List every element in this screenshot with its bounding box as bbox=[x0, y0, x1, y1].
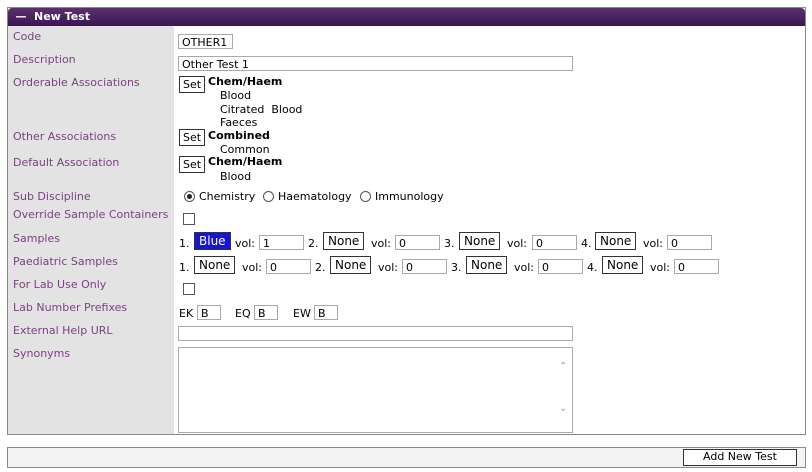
paediatric-sample-number: 1. bbox=[179, 261, 190, 274]
default-item: Blood bbox=[220, 170, 252, 183]
vol-label: vol: bbox=[378, 261, 399, 274]
orderable-associations-label: Orderable Associations bbox=[13, 76, 140, 89]
sample-number: 2. bbox=[308, 237, 319, 250]
vol-label: vol: bbox=[235, 237, 256, 250]
paediatric-vol-field[interactable]: 0 bbox=[538, 259, 583, 274]
sample-vol-field[interactable]: 1 bbox=[259, 235, 304, 250]
footer-bar: Add New Test bbox=[7, 447, 806, 468]
sample-vol-field[interactable]: 0 bbox=[395, 235, 440, 250]
vol-label: vol: bbox=[650, 261, 671, 274]
paediatric-vol-field[interactable]: 0 bbox=[266, 259, 311, 274]
paediatric-container-color[interactable]: None bbox=[330, 256, 372, 274]
paediatric-sample-number: 2. bbox=[315, 261, 326, 274]
code-field[interactable]: OTHER1 bbox=[178, 34, 233, 49]
paediatric-container-color[interactable]: None bbox=[194, 256, 236, 274]
panel-title: New Test bbox=[34, 10, 90, 23]
orderable-item: Faeces bbox=[220, 116, 258, 129]
description-field[interactable]: Other Test 1 bbox=[178, 56, 573, 71]
vol-label: vol: bbox=[514, 261, 535, 274]
other-set-button[interactable]: Set bbox=[179, 129, 206, 146]
sub-discipline-label: Sub Discipline bbox=[13, 190, 91, 203]
panel-title-bar: — New Test bbox=[8, 8, 805, 26]
prefix-label-ew: EW bbox=[293, 307, 311, 320]
scroll-up-icon[interactable]: ⌃ bbox=[559, 361, 567, 372]
paediatric-container-color[interactable]: None bbox=[466, 256, 508, 274]
vol-label: vol: bbox=[507, 237, 528, 250]
prefix-field-ew[interactable]: B bbox=[314, 305, 338, 320]
for-lab-use-only-checkbox[interactable] bbox=[183, 283, 195, 295]
vol-label: vol: bbox=[371, 237, 392, 250]
sample-vol-field[interactable]: 0 bbox=[667, 235, 712, 250]
default-heading: Chem/Haem bbox=[208, 155, 283, 168]
add-new-test-button[interactable]: Add New Test bbox=[683, 449, 797, 466]
default-set-button[interactable]: Set bbox=[179, 156, 206, 173]
scroll-down-icon[interactable]: ⌄ bbox=[559, 403, 567, 414]
sample-container-color[interactable]: None bbox=[459, 232, 501, 250]
sample-container-color[interactable]: None bbox=[323, 232, 365, 250]
samples-label: Samples bbox=[13, 232, 60, 245]
external-help-url-label: External Help URL bbox=[13, 324, 113, 337]
new-test-panel: — New Test Code Description Orderable As… bbox=[7, 7, 806, 435]
synonyms-scrollbar[interactable]: ⌃ ⌄ bbox=[556, 348, 572, 432]
override-sample-containers-checkbox[interactable] bbox=[183, 213, 195, 225]
description-label: Description bbox=[13, 53, 76, 66]
synonyms-label: Synonyms bbox=[13, 347, 71, 360]
paediatric-sample-number: 4. bbox=[587, 261, 598, 274]
sample-number: 3. bbox=[444, 237, 455, 250]
vol-label: vol: bbox=[242, 261, 263, 274]
sample-container-color[interactable]: Blue bbox=[194, 232, 231, 250]
other-heading: Combined bbox=[208, 129, 270, 142]
chemistry-radio[interactable] bbox=[184, 191, 195, 202]
paediatric-sample-number: 3. bbox=[451, 261, 462, 274]
sample-number: 4. bbox=[581, 237, 592, 250]
other-associations-label: Other Associations bbox=[13, 130, 117, 143]
prefix-field-ek[interactable]: B bbox=[197, 305, 221, 320]
override-sample-containers-label: Override Sample Containers bbox=[13, 208, 169, 221]
lab-number-prefixes-label: Lab Number Prefixes bbox=[13, 301, 128, 314]
prefix-field-eq[interactable]: B bbox=[254, 305, 278, 320]
paediatric-vol-field[interactable]: 0 bbox=[674, 259, 719, 274]
paediatric-samples-label: Paediatric Samples bbox=[13, 255, 118, 268]
immunology-label: Immunology bbox=[375, 190, 444, 203]
orderable-set-button[interactable]: Set bbox=[179, 76, 206, 93]
synonyms-textarea[interactable]: ⌃ ⌄ bbox=[178, 347, 573, 433]
orderable-heading: Chem/Haem bbox=[208, 75, 283, 88]
orderable-item: Blood bbox=[220, 89, 252, 102]
chemistry-label: Chemistry bbox=[199, 190, 256, 203]
haematology-radio[interactable] bbox=[263, 191, 274, 202]
code-label: Code bbox=[13, 30, 42, 43]
immunology-radio[interactable] bbox=[360, 191, 371, 202]
collapse-icon[interactable]: — bbox=[14, 8, 28, 26]
for-lab-use-only-label: For Lab Use Only bbox=[13, 278, 107, 291]
sample-vol-field[interactable]: 0 bbox=[532, 235, 577, 250]
haematology-label: Haematology bbox=[278, 190, 352, 203]
prefix-label-ek: EK bbox=[179, 307, 194, 320]
prefix-label-eq: EQ bbox=[235, 307, 251, 320]
sample-number: 1. bbox=[179, 237, 190, 250]
default-association-label: Default Association bbox=[13, 156, 120, 169]
orderable-item: Citrated Blood bbox=[220, 103, 303, 116]
sample-container-color[interactable]: None bbox=[595, 232, 637, 250]
paediatric-vol-field[interactable]: 0 bbox=[402, 259, 447, 274]
paediatric-container-color[interactable]: None bbox=[602, 256, 644, 274]
vol-label: vol: bbox=[643, 237, 664, 250]
external-help-url-field[interactable] bbox=[178, 326, 573, 341]
